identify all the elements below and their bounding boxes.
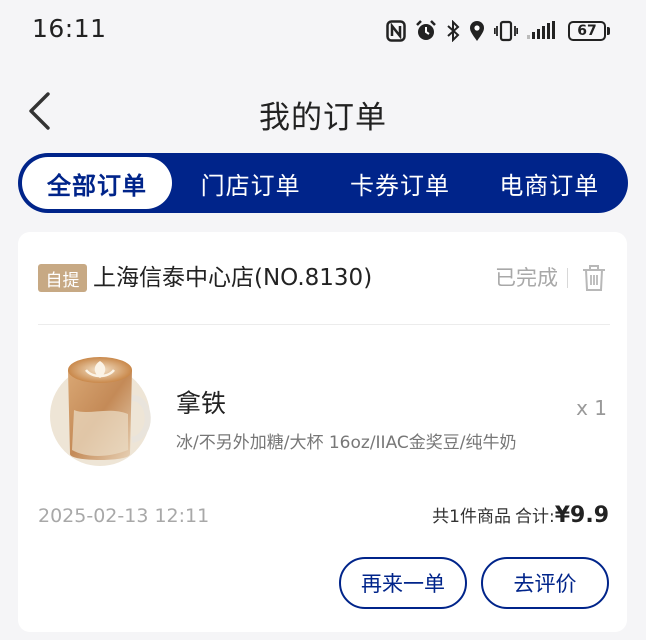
page-title: 我的订单 [259,100,387,136]
vibrate-icon [494,20,518,42]
tab-ecommerce-orders[interactable]: 电商订单 [475,157,624,209]
card-divider [38,324,610,325]
alarm-icon [415,20,437,42]
order-time: 2025-02-13 12:11 [38,505,210,527]
status-divider [567,268,568,288]
order-total: 共1件商品 合计: ¥9.9 [432,502,609,528]
pickup-badge: 自提 [38,264,87,292]
order-tabs: 全部订单 门店订单 卡券订单 电商订单 [18,153,628,213]
location-icon [469,20,485,42]
status-icons: 67 [386,17,612,45]
battery-icon: 67 [568,20,612,42]
nfc-icon [386,20,406,42]
product-quantity: x 1 [576,396,607,420]
battery-level: 67 [568,21,606,41]
reorder-button[interactable]: 再来一单 [339,557,467,609]
status-bar: 16:11 67 [0,0,646,64]
status-time: 16:11 [32,14,107,43]
tab-all-orders[interactable]: 全部订单 [22,157,172,209]
bluetooth-icon [446,20,460,42]
tab-voucher-orders[interactable]: 卡券订单 [325,157,474,209]
delete-order-button[interactable] [580,263,608,293]
product-name: 拿铁 [176,389,227,418]
item-count: 共1件商品 [432,507,511,527]
tab-store-orders[interactable]: 门店订单 [176,157,325,209]
product-specs: 冰/不另外加糖/大杯 16oz/IIAC金奖豆/纯牛奶 [176,433,517,453]
total-label: 合计: [514,507,555,527]
trash-icon [583,265,605,291]
header: 我的订单 [0,78,646,144]
review-button[interactable]: 去评价 [481,557,609,609]
order-status: 已完成 [495,266,558,290]
signal-icon [527,21,559,41]
product-image [48,350,160,474]
total-amount: ¥9.9 [554,503,609,528]
store-name: 上海信泰中心店(NO.8130) [93,265,373,291]
order-card[interactable]: 自提 上海信泰中心店(NO.8130) 已完成 拿铁 冰/不另外加糖/大杯 16… [18,232,627,632]
store-row: 自提 上海信泰中心店(NO.8130) 已完成 [38,262,610,296]
